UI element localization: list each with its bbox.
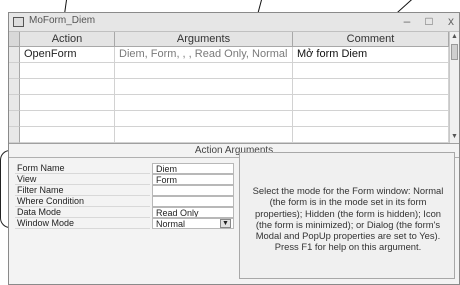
title-bar: MoForm_Diem – □ x — [9, 13, 459, 32]
row-selector[interactable] — [9, 63, 20, 79]
arguments-cell[interactable] — [115, 63, 293, 79]
macro-window: MoForm_Diem – □ x Action Arguments Comme… — [8, 12, 460, 285]
scroll-thumb[interactable] — [451, 44, 458, 60]
help-panel: Select the mode for the Form window: Nor… — [239, 152, 455, 279]
action-cell[interactable]: OpenForm — [20, 47, 115, 63]
property-label: Where Condition — [15, 196, 150, 207]
arguments-cell[interactable] — [115, 79, 293, 95]
row-selector[interactable] — [9, 111, 20, 127]
where-condition-field[interactable] — [152, 196, 234, 207]
arguments-cell[interactable] — [115, 95, 293, 111]
header-arguments[interactable]: Arguments — [115, 32, 293, 47]
help-text: Select the mode for the Form window: Nor… — [252, 185, 444, 253]
property-row: Filter Name — [15, 185, 242, 196]
maximize-button[interactable]: □ — [421, 14, 437, 28]
comment-cell[interactable] — [293, 79, 449, 95]
property-row: Data Mode Read Only — [15, 207, 242, 218]
property-label: Filter Name — [15, 185, 150, 196]
data-mode-field[interactable]: Read Only — [152, 207, 234, 218]
comment-cell[interactable] — [293, 63, 449, 79]
chevron-down-icon[interactable]: ▼ — [220, 219, 231, 228]
grid-corner[interactable] — [9, 32, 20, 47]
action-cell[interactable] — [20, 111, 115, 127]
header-comment[interactable]: Comment — [293, 32, 449, 47]
action-arguments-list: Form Name Diem View Form Filter Name Whe… — [15, 163, 242, 229]
header-action[interactable]: Action — [20, 32, 115, 47]
property-row: Where Condition — [15, 196, 242, 207]
row-selector[interactable] — [9, 79, 20, 95]
form-name-field[interactable]: Diem — [152, 163, 234, 174]
property-label: Form Name — [15, 163, 150, 174]
arguments-cell[interactable] — [115, 127, 293, 143]
vertical-scrollbar[interactable]: ▲ ▼ — [449, 32, 459, 143]
close-button[interactable]: x — [443, 14, 459, 28]
window-title: MoForm_Diem — [29, 15, 96, 26]
scroll-down-icon[interactable]: ▼ — [450, 133, 459, 140]
row-selector[interactable] — [9, 95, 20, 111]
arguments-cell[interactable] — [115, 111, 293, 127]
row-selector[interactable] — [9, 47, 20, 63]
minimize-button[interactable]: – — [399, 14, 415, 28]
view-field[interactable]: Form — [152, 174, 234, 185]
property-label: Window Mode — [15, 218, 150, 229]
arguments-cell[interactable]: Diem, Form, , , Read Only, Normal — [115, 47, 293, 63]
filter-name-field[interactable] — [152, 185, 234, 196]
comment-cell[interactable] — [293, 111, 449, 127]
property-label: Data Mode — [15, 207, 150, 218]
row-selector[interactable] — [9, 127, 20, 143]
macro-icon — [13, 17, 24, 27]
comment-cell[interactable] — [293, 95, 449, 111]
comment-cell[interactable] — [293, 127, 449, 143]
action-cell[interactable] — [20, 127, 115, 143]
property-row: Window Mode Normal ▼ — [15, 218, 242, 229]
property-row: Form Name Diem — [15, 163, 242, 174]
property-row: View Form — [15, 174, 242, 185]
property-label: View — [15, 174, 150, 185]
action-cell[interactable] — [20, 63, 115, 79]
comment-cell[interactable]: Mở form Diem — [293, 47, 449, 63]
scroll-up-icon[interactable]: ▲ — [450, 33, 459, 40]
macro-grid: Action Arguments Comment OpenForm Diem, … — [9, 32, 459, 144]
action-cell[interactable] — [20, 95, 115, 111]
action-cell[interactable] — [20, 79, 115, 95]
